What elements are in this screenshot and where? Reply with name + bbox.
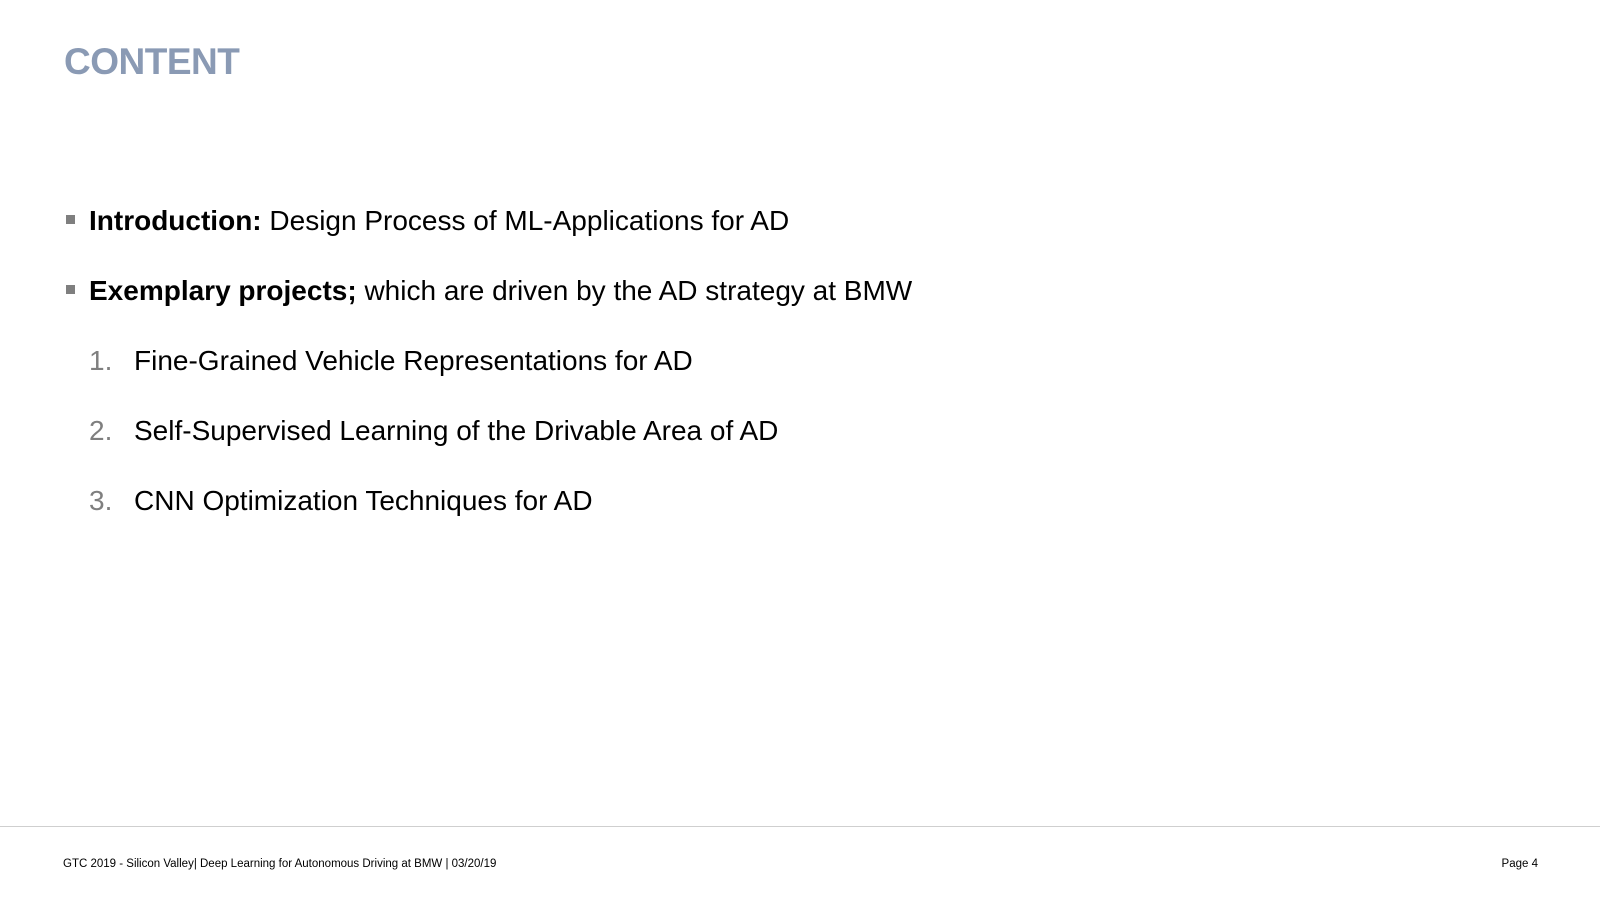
list-number: 2.: [89, 415, 113, 446]
bullet-text: Introduction: Design Process of ML-Appli…: [89, 198, 789, 244]
footer-caption: GTC 2019 - Silicon Valley| Deep Learning…: [63, 858, 497, 870]
square-bullet-icon: [66, 285, 75, 294]
bullet-label: Exemplary projects;: [89, 275, 357, 306]
slide: CONTENT Introduction: Design Process of …: [0, 0, 1600, 900]
square-bullet-icon: [66, 215, 75, 224]
list-item-text: Fine-Grained Vehicle Representations for…: [134, 345, 693, 376]
list-item-text: CNN Optimization Techniques for AD: [134, 485, 593, 516]
slide-title: CONTENT: [64, 41, 240, 82]
bullet-label: Introduction:: [89, 205, 262, 236]
bullet-description: Design Process of ML-Applications for AD: [261, 205, 790, 236]
bullet-text: Exemplary projects; which are driven by …: [89, 268, 912, 314]
list-item-text: Self-Supervised Learning of the Drivable…: [134, 415, 779, 446]
list-number: 1.: [89, 345, 113, 376]
list-number: 3.: [89, 485, 113, 516]
footer-divider: [0, 826, 1600, 827]
page-number: Page 4: [1501, 858, 1538, 870]
bullet-description: which are driven by the AD strategy at B…: [356, 275, 913, 306]
